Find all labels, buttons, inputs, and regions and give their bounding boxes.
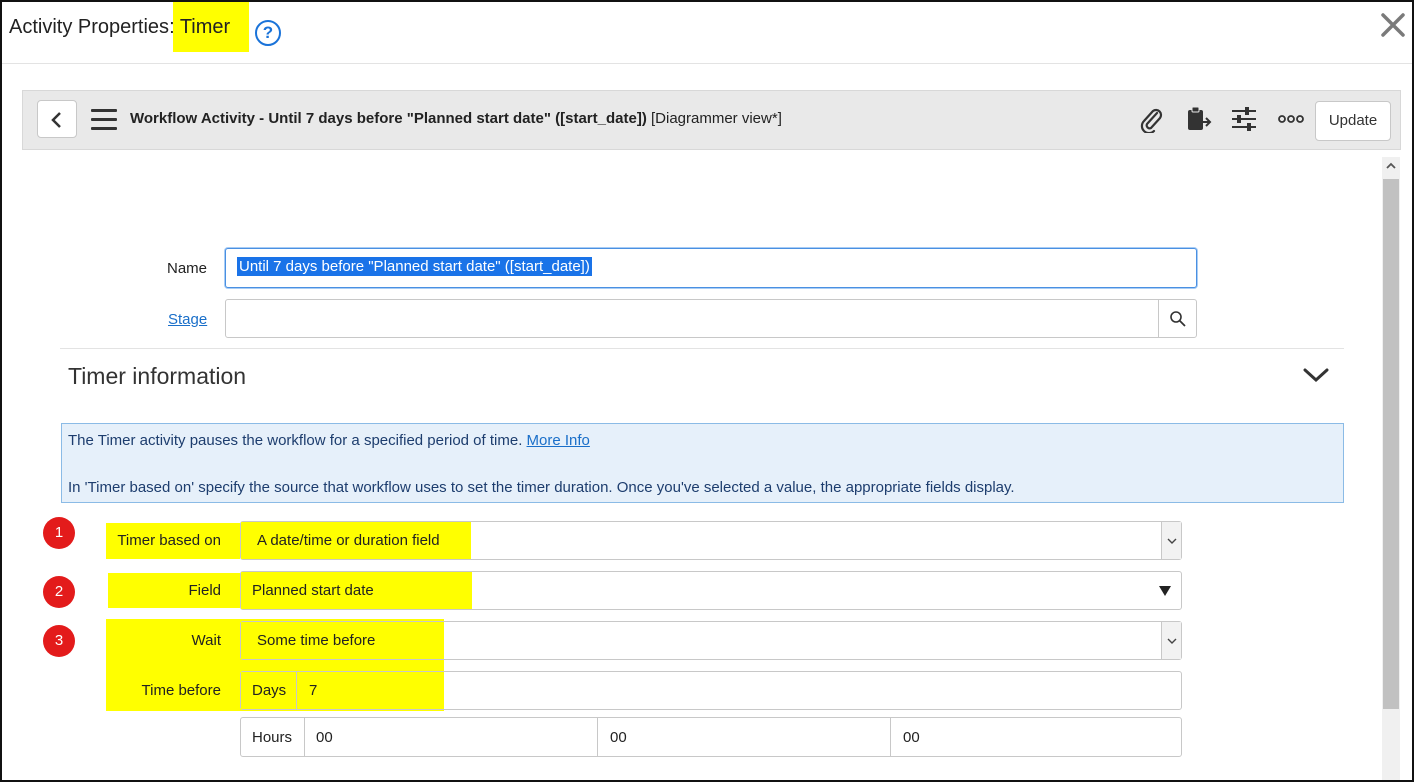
chevron-down-icon[interactable] — [1302, 365, 1330, 389]
hours-field-group: Hours 00 00 00 — [240, 717, 1182, 757]
wait-value: Some time before — [257, 632, 376, 649]
chevron-down-icon — [1167, 538, 1177, 544]
activity-properties-dialog: Activity Properties: Timer ? Workflow Ac… — [0, 0, 1414, 782]
timer-info-box: The Timer activity pauses the workflow f… — [61, 423, 1344, 503]
hours-label: Hours — [252, 729, 293, 746]
stage-field[interactable] — [225, 299, 1159, 338]
timer-based-on-label: Timer based on — [117, 532, 221, 549]
field-select[interactable]: Planned start date — [240, 571, 1182, 610]
more-info-link[interactable]: More Info — [527, 432, 590, 449]
timer-based-on-value: A date/time or duration field — [257, 532, 440, 549]
form-toolbar: Workflow Activity - Until 7 days before … — [22, 90, 1401, 150]
wait-label: Wait — [191, 632, 221, 649]
seconds-value[interactable]: 00 — [903, 729, 920, 746]
days-field[interactable]: Days 7 — [240, 671, 1182, 710]
section-title: Timer information — [68, 363, 247, 389]
sliders-icon[interactable] — [1229, 105, 1259, 135]
step-badge-1: 1 — [43, 517, 75, 549]
record-title: Workflow Activity - Until 7 days before … — [130, 110, 782, 127]
record-title-view: [Diagrammer view*] — [651, 110, 782, 127]
stage-link[interactable]: Stage — [168, 311, 207, 328]
step-badge-2: 2 — [43, 576, 75, 608]
hours-value[interactable]: 00 — [316, 729, 333, 746]
name-field-selected-text: Until 7 days before "Planned start date"… — [237, 257, 592, 276]
step-badge-3: 3 — [43, 625, 75, 657]
chevron-down-icon — [1167, 638, 1177, 644]
stage-search-button[interactable] — [1158, 299, 1197, 338]
days-value[interactable]: 7 — [309, 682, 317, 699]
close-x-icon[interactable] — [1378, 12, 1408, 46]
name-field[interactable]: Until 7 days before "Planned start date"… — [225, 248, 1197, 288]
hours-divider — [304, 718, 305, 756]
time-before-label: Time before — [141, 682, 221, 699]
back-button[interactable] — [37, 100, 77, 138]
dropdown-button[interactable] — [1161, 622, 1181, 659]
info-text-2: In 'Timer based on' specify the source t… — [68, 479, 1015, 496]
section-divider — [60, 348, 1344, 349]
dialog-title: Activity Properties: Timer — [9, 2, 249, 52]
dropdown-button[interactable] — [1161, 522, 1181, 559]
search-icon — [1170, 311, 1186, 327]
more-dots-icon[interactable] — [1276, 105, 1306, 135]
timer-based-on-select[interactable]: A date/time or duration field — [240, 521, 1182, 560]
days-label: Days — [252, 682, 287, 699]
minutes-value[interactable]: 00 — [610, 729, 627, 746]
close-x-icon-glyph — [1381, 13, 1405, 37]
dialog-header: Activity Properties: Timer ? — [2, 2, 1412, 64]
scrollbar-thumb[interactable] — [1383, 179, 1399, 709]
info-line-1: The Timer activity pauses the workflow f… — [68, 432, 590, 449]
days-divider — [296, 672, 297, 709]
caret-down-icon[interactable] — [1158, 585, 1172, 597]
dialog-title-highlight: : Timer — [169, 16, 231, 38]
paperclip-icon[interactable] — [1136, 105, 1166, 135]
field-value: Planned start date — [252, 582, 374, 599]
wait-select[interactable]: Some time before — [240, 621, 1182, 660]
clipboard-export-icon[interactable] — [1183, 105, 1213, 135]
question-circle-icon[interactable]: ? — [255, 20, 281, 46]
field-label: Field — [188, 582, 221, 599]
chevron-left-icon — [51, 112, 61, 128]
dialog-title-prefix: Activity Properties — [9, 16, 170, 38]
minutes-divider — [597, 718, 598, 756]
update-button[interactable]: Update — [1315, 101, 1391, 141]
name-label: Name — [166, 260, 207, 277]
seconds-divider — [890, 718, 891, 756]
info-text-1: The Timer activity pauses the workflow f… — [68, 432, 523, 449]
vertical-scrollbar[interactable] — [1382, 157, 1400, 780]
record-title-main: Workflow Activity - Until 7 days before … — [130, 110, 647, 127]
scroll-up-arrow-icon[interactable] — [1382, 157, 1400, 177]
hamburger-menu-icon[interactable] — [91, 109, 117, 131]
